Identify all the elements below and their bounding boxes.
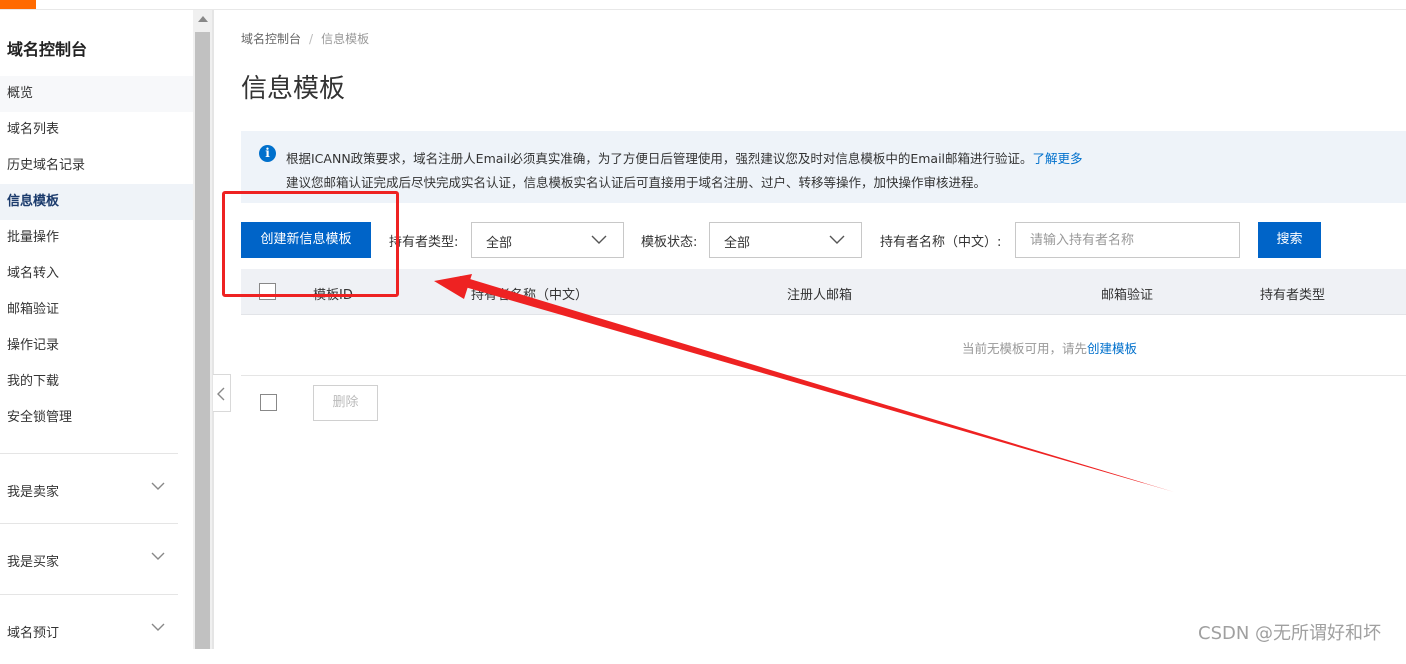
table-header: 模板ID 持有者名称（中文） 注册人邮箱 邮箱验证 持有者类型 bbox=[241, 269, 1406, 315]
info-notice: i 根据ICANN政策要求，域名注册人Email必须真实准确，为了方便日后管理使… bbox=[241, 131, 1406, 203]
brand-accent-bar bbox=[0, 0, 36, 9]
sidebar-group-buyer[interactable]: 我是买家 bbox=[0, 523, 178, 593]
page-title: 信息模板 bbox=[241, 74, 346, 104]
breadcrumb-root[interactable]: 域名控制台 bbox=[241, 32, 301, 46]
annotation-highlight-box bbox=[222, 191, 399, 297]
sidebar-group-preorder[interactable]: 域名预订 bbox=[0, 594, 178, 664]
column-holder-type[interactable]: 持有者类型 bbox=[1260, 284, 1325, 303]
notice-text-1: 根据ICANN政策要求，域名注册人Email必须真实准确，为了方便日后管理使用，… bbox=[286, 151, 1033, 166]
status-select[interactable]: 全部 bbox=[709, 222, 862, 258]
sidebar-item-operation-log[interactable]: 操作记录 bbox=[0, 328, 193, 364]
holder-type-label: 持有者类型: bbox=[389, 235, 459, 250]
scrollbar-thumb[interactable] bbox=[195, 32, 210, 649]
breadcrumb-current: 信息模板 bbox=[321, 32, 370, 46]
watermark-text: CSDN @无所谓好和坏 bbox=[1198, 623, 1382, 644]
holder-name-input[interactable] bbox=[1015, 222, 1240, 258]
sidebar-item-transfer-in[interactable]: 域名转入 bbox=[0, 256, 193, 292]
delete-button[interactable]: 删除 bbox=[313, 385, 378, 421]
notice-text-2: 建议您邮箱认证完成后尽快完成实名认证，信息模板实名认证后可直接用于域名注册、过户… bbox=[286, 175, 987, 190]
sidebar-collapse-button[interactable] bbox=[213, 374, 231, 412]
holder-type-value: 全部 bbox=[486, 236, 513, 251]
breadcrumb: 域名控制台 / 信息模板 bbox=[241, 30, 369, 47]
sidebar-group-label: 我是买家 bbox=[7, 555, 60, 570]
chevron-left-icon bbox=[217, 387, 225, 401]
sidebar-item-security-lock[interactable]: 安全锁管理 bbox=[0, 400, 193, 436]
column-holder-name[interactable]: 持有者名称（中文） bbox=[471, 284, 588, 303]
empty-text: 当前无模板可用，请先 bbox=[962, 341, 1088, 356]
column-email-verify[interactable]: 邮箱验证 bbox=[1101, 284, 1153, 303]
sidebar-menu: 概览 域名列表 历史域名记录 信息模板 批量操作 域名转入 邮箱验证 操作记录 … bbox=[0, 76, 193, 436]
sidebar-title: 域名控制台 bbox=[7, 40, 88, 59]
learn-more-link[interactable]: 了解更多 bbox=[1033, 151, 1083, 166]
notice-line-1: 根据ICANN政策要求，域名注册人Email必须真实准确，为了方便日后管理使用，… bbox=[286, 148, 1083, 167]
info-icon: i bbox=[259, 145, 276, 162]
table-empty-row: 当前无模板可用，请先创建模板 bbox=[241, 316, 1406, 376]
holder-type-select[interactable]: 全部 bbox=[471, 222, 624, 258]
sidebar-item-templates[interactable]: 信息模板 bbox=[0, 184, 193, 220]
sidebar-item-batch[interactable]: 批量操作 bbox=[0, 220, 193, 256]
sidebar-item-overview[interactable]: 概览 bbox=[0, 76, 193, 112]
status-value: 全部 bbox=[724, 236, 751, 251]
chevron-down-icon bbox=[829, 235, 845, 244]
chevron-down-icon bbox=[591, 235, 607, 244]
sidebar-item-domain-list[interactable]: 域名列表 bbox=[0, 112, 193, 148]
scroll-up-arrow-icon[interactable] bbox=[198, 16, 208, 22]
sidebar-item-history[interactable]: 历史域名记录 bbox=[0, 148, 193, 184]
chevron-down-icon bbox=[151, 552, 165, 560]
sidebar-divider bbox=[212, 10, 214, 649]
sidebar-group-label: 我是卖家 bbox=[7, 485, 60, 500]
empty-message: 当前无模板可用，请先创建模板 bbox=[962, 338, 1137, 357]
chevron-down-icon bbox=[151, 623, 165, 631]
bulk-select-checkbox[interactable] bbox=[260, 394, 277, 411]
sidebar-item-downloads[interactable]: 我的下载 bbox=[0, 364, 193, 400]
sidebar-group-label: 域名预订 bbox=[7, 626, 60, 641]
search-button[interactable]: 搜索 bbox=[1258, 222, 1321, 258]
sidebar-group-seller[interactable]: 我是卖家 bbox=[0, 453, 178, 523]
sidebar: 域名控制台 概览 域名列表 历史域名记录 信息模板 批量操作 域名转入 邮箱验证… bbox=[0, 10, 193, 649]
breadcrumb-separator: / bbox=[309, 32, 314, 46]
chevron-down-icon bbox=[151, 482, 165, 490]
status-label: 模板状态: bbox=[641, 235, 698, 250]
create-template-link[interactable]: 创建模板 bbox=[1087, 341, 1137, 356]
holder-name-label: 持有者名称（中文）: bbox=[880, 235, 1002, 250]
sidebar-scrollbar[interactable] bbox=[193, 10, 212, 649]
sidebar-item-email-verify[interactable]: 邮箱验证 bbox=[0, 292, 193, 328]
column-registrant-email[interactable]: 注册人邮箱 bbox=[787, 284, 852, 303]
